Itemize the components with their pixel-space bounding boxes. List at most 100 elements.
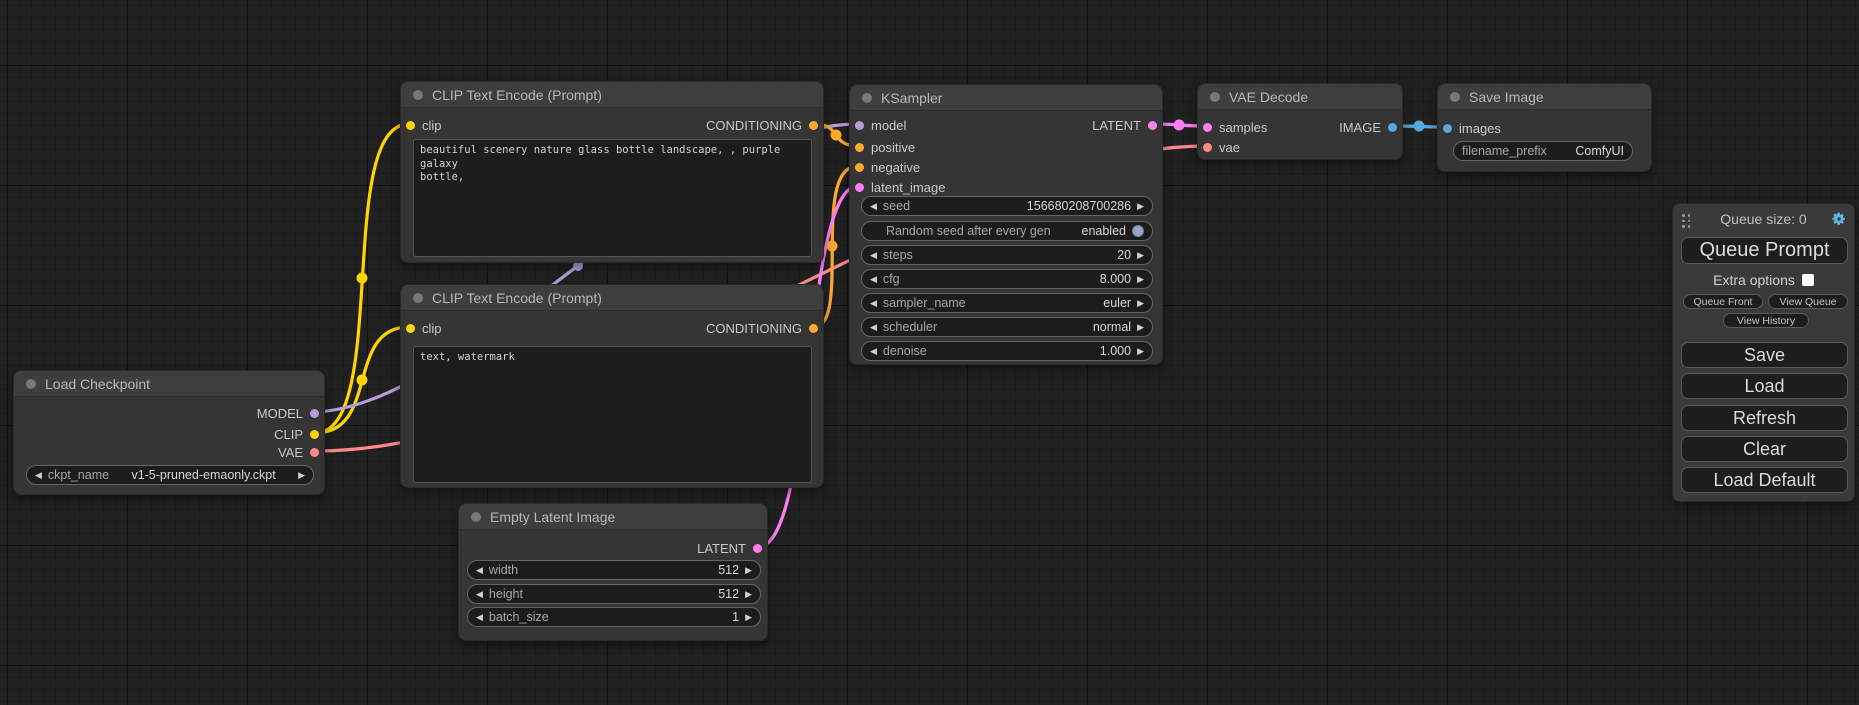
collapse-dot-icon[interactable] bbox=[413, 90, 423, 100]
model-output-dot[interactable] bbox=[310, 409, 319, 418]
output-slot-vae[interactable]: VAE bbox=[278, 444, 319, 460]
input-slot-vae[interactable]: vae bbox=[1203, 139, 1240, 155]
increment-arrow-icon[interactable]: ▶ bbox=[745, 613, 752, 622]
output-slot-model[interactable]: MODEL bbox=[257, 405, 319, 421]
latent-output-dot[interactable] bbox=[753, 544, 762, 553]
increment-arrow-icon[interactable]: ▶ bbox=[745, 566, 752, 575]
node-save-image[interactable]: Save Image images filename_prefix ComfyU… bbox=[1437, 83, 1652, 172]
prompt-textarea[interactable]: text, watermark bbox=[413, 346, 812, 483]
cfg-stepper[interactable]: ◀ cfg 8.000 ▶ bbox=[861, 269, 1153, 289]
prompt-textarea[interactable]: beautiful scenery nature glass bottle la… bbox=[413, 139, 812, 257]
ckpt-name-combo[interactable]: ◀ ckpt_name v1-5-pruned-emaonly.ckpt ▶ bbox=[26, 465, 314, 485]
view-queue-button[interactable]: View Queue bbox=[1768, 294, 1848, 309]
node-clip-text-encode-positive[interactable]: CLIP Text Encode (Prompt) clip CONDITION… bbox=[400, 81, 824, 263]
input-slot-positive[interactable]: positive bbox=[855, 139, 915, 155]
collapse-dot-icon[interactable] bbox=[26, 379, 36, 389]
load-default-button[interactable]: Load Default bbox=[1681, 467, 1848, 493]
collapse-dot-icon[interactable] bbox=[1210, 92, 1220, 102]
batch-size-stepper[interactable]: ◀ batch_size 1 ▶ bbox=[467, 607, 761, 627]
collapse-dot-icon[interactable] bbox=[471, 512, 481, 522]
input-slot-clip[interactable]: clip bbox=[406, 320, 442, 336]
queue-prompt-button[interactable]: Queue Prompt bbox=[1681, 237, 1848, 264]
input-slot-model[interactable]: model bbox=[855, 117, 906, 133]
increment-arrow-icon[interactable]: ▶ bbox=[745, 590, 752, 599]
node-title-bar[interactable]: CLIP Text Encode (Prompt) bbox=[401, 82, 823, 108]
latent-image-input-dot[interactable] bbox=[855, 183, 864, 192]
clip-input-dot[interactable] bbox=[406, 324, 415, 333]
seed-stepper[interactable]: ◀ seed 156680208700286 ▶ bbox=[861, 196, 1153, 216]
output-slot-latent[interactable]: LATENT bbox=[1092, 117, 1157, 133]
latent-output-dot[interactable] bbox=[1148, 121, 1157, 130]
decrement-arrow-icon[interactable]: ◀ bbox=[870, 347, 877, 356]
images-input-dot[interactable] bbox=[1443, 124, 1452, 133]
samples-input-dot[interactable] bbox=[1203, 123, 1212, 132]
decrement-arrow-icon[interactable]: ◀ bbox=[870, 202, 877, 211]
decrement-arrow-icon[interactable]: ◀ bbox=[476, 613, 483, 622]
clip-output-dot[interactable] bbox=[310, 430, 319, 439]
node-empty-latent-image[interactable]: Empty Latent Image LATENT ◀ width 512 ▶ … bbox=[458, 503, 768, 641]
decrement-arrow-icon[interactable]: ◀ bbox=[870, 323, 877, 332]
node-ksampler[interactable]: KSampler model positive negative latent_… bbox=[849, 84, 1163, 365]
drag-handle-icon[interactable] bbox=[1682, 214, 1691, 228]
toggle-enabled-dot[interactable] bbox=[1132, 225, 1144, 237]
input-slot-samples[interactable]: samples bbox=[1203, 119, 1267, 135]
decrement-arrow-icon[interactable]: ◀ bbox=[870, 275, 877, 284]
decrement-arrow-icon[interactable]: ◀ bbox=[476, 590, 483, 599]
refresh-button[interactable]: Refresh bbox=[1681, 405, 1848, 431]
collapse-dot-icon[interactable] bbox=[1450, 92, 1460, 102]
increment-arrow-icon[interactable]: ▶ bbox=[1137, 251, 1144, 260]
node-title-bar[interactable]: Load Checkpoint bbox=[14, 371, 324, 397]
steps-stepper[interactable]: ◀ steps 20 ▶ bbox=[861, 245, 1153, 265]
save-button[interactable]: Save bbox=[1681, 342, 1848, 368]
decrement-arrow-icon[interactable]: ◀ bbox=[35, 471, 42, 480]
input-slot-clip[interactable]: clip bbox=[406, 117, 442, 133]
conditioning-output-dot[interactable] bbox=[809, 324, 818, 333]
image-output-dot[interactable] bbox=[1388, 123, 1397, 132]
scheduler-combo[interactable]: ◀ scheduler normal ▶ bbox=[861, 317, 1153, 337]
node-title-bar[interactable]: VAE Decode bbox=[1198, 84, 1402, 110]
output-slot-clip[interactable]: CLIP bbox=[274, 426, 319, 442]
node-graph-canvas[interactable]: Load Checkpoint MODEL CLIP VAE ◀ ckpt_na… bbox=[0, 0, 1859, 705]
input-slot-latent-image[interactable]: latent_image bbox=[855, 179, 945, 195]
node-load-checkpoint[interactable]: Load Checkpoint MODEL CLIP VAE ◀ ckpt_na… bbox=[13, 370, 325, 495]
clip-input-dot[interactable] bbox=[406, 121, 415, 130]
output-slot-conditioning[interactable]: CONDITIONING bbox=[706, 117, 818, 133]
height-stepper[interactable]: ◀ height 512 ▶ bbox=[467, 584, 761, 604]
sampler-name-combo[interactable]: ◀ sampler_name euler ▶ bbox=[861, 293, 1153, 313]
collapse-dot-icon[interactable] bbox=[413, 293, 423, 303]
width-stepper[interactable]: ◀ width 512 ▶ bbox=[467, 560, 761, 580]
load-button[interactable]: Load bbox=[1681, 373, 1848, 399]
collapse-dot-icon[interactable] bbox=[862, 93, 872, 103]
node-clip-text-encode-negative[interactable]: CLIP Text Encode (Prompt) clip CONDITION… bbox=[400, 284, 824, 488]
input-slot-negative[interactable]: negative bbox=[855, 159, 920, 175]
output-slot-latent[interactable]: LATENT bbox=[697, 540, 762, 556]
node-vae-decode[interactable]: VAE Decode samples vae IMAGE bbox=[1197, 83, 1403, 160]
clear-button[interactable]: Clear bbox=[1681, 436, 1848, 462]
increment-arrow-icon[interactable]: ▶ bbox=[1137, 202, 1144, 211]
positive-input-dot[interactable] bbox=[855, 143, 864, 152]
increment-arrow-icon[interactable]: ▶ bbox=[1137, 275, 1144, 284]
decrement-arrow-icon[interactable]: ◀ bbox=[870, 251, 877, 260]
filename-prefix-field[interactable]: filename_prefix ComfyUI bbox=[1453, 141, 1633, 161]
increment-arrow-icon[interactable]: ▶ bbox=[1137, 347, 1144, 356]
increment-arrow-icon[interactable]: ▶ bbox=[1137, 299, 1144, 308]
gear-icon[interactable] bbox=[1831, 211, 1847, 227]
output-slot-image[interactable]: IMAGE bbox=[1339, 119, 1397, 135]
negative-input-dot[interactable] bbox=[855, 163, 864, 172]
node-title-bar[interactable]: Empty Latent Image bbox=[459, 504, 767, 530]
node-title-bar[interactable]: CLIP Text Encode (Prompt) bbox=[401, 285, 823, 311]
vae-output-dot[interactable] bbox=[310, 448, 319, 457]
decrement-arrow-icon[interactable]: ◀ bbox=[476, 566, 483, 575]
model-input-dot[interactable] bbox=[855, 121, 864, 130]
denoise-stepper[interactable]: ◀ denoise 1.000 ▶ bbox=[861, 341, 1153, 361]
vae-input-dot[interactable] bbox=[1203, 143, 1212, 152]
queue-front-button[interactable]: Queue Front bbox=[1683, 294, 1763, 309]
output-slot-conditioning[interactable]: CONDITIONING bbox=[706, 320, 818, 336]
node-title-bar[interactable]: KSampler bbox=[850, 85, 1162, 111]
node-title-bar[interactable]: Save Image bbox=[1438, 84, 1651, 110]
random-seed-toggle[interactable]: Random seed after every gen enabled bbox=[861, 221, 1153, 241]
input-slot-images[interactable]: images bbox=[1443, 120, 1501, 136]
view-history-button[interactable]: View History bbox=[1723, 313, 1809, 328]
decrement-arrow-icon[interactable]: ◀ bbox=[870, 299, 877, 308]
increment-arrow-icon[interactable]: ▶ bbox=[1137, 323, 1144, 332]
